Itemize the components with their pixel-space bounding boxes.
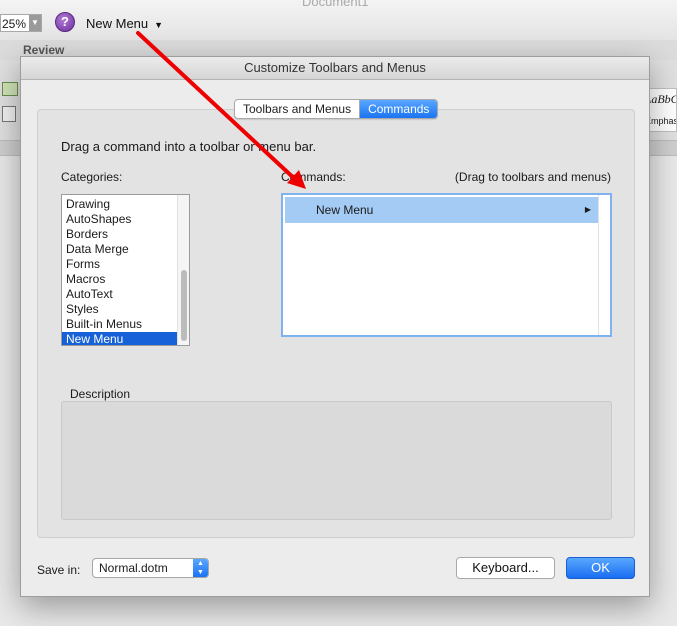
- chevron-down-icon: ▼: [29, 15, 41, 31]
- description-box: [61, 401, 612, 520]
- caret-down-icon: ▼: [154, 20, 164, 30]
- save-in-select[interactable]: Normal.dotm ▲ ▼: [92, 558, 209, 578]
- list-item-selected[interactable]: New Menu: [62, 332, 178, 345]
- document-title: Document1: [302, 0, 369, 9]
- commands-list[interactable]: New Menu ▶: [281, 193, 612, 337]
- customize-dialog: Customize Toolbars and Menus Toolbars an…: [20, 56, 650, 597]
- tab-commands[interactable]: Commands: [360, 100, 438, 118]
- zoom-select[interactable]: 25% ▼: [0, 14, 42, 32]
- list-item[interactable]: AutoShapes: [62, 212, 178, 227]
- command-item-label: New Menu: [316, 203, 374, 217]
- keyboard-button[interactable]: Keyboard...: [456, 557, 555, 579]
- tab-control: Toolbars and Menus Commands: [234, 99, 439, 119]
- categories-label: Categories:: [61, 170, 123, 184]
- categories-list[interactable]: Drawing AutoShapes Borders Data Merge Fo…: [61, 194, 190, 346]
- list-item[interactable]: Styles: [62, 302, 178, 317]
- help-button[interactable]: ?: [55, 12, 75, 32]
- save-in-label: Save in:: [37, 563, 81, 577]
- description-label: Description: [70, 387, 131, 401]
- save-in-value: Normal.dotm: [99, 561, 168, 575]
- new-menu-toolbar-label: New Menu: [86, 16, 149, 31]
- list-item[interactable]: Data Merge: [62, 242, 178, 257]
- commands-hint: (Drag to toolbars and menus): [454, 170, 611, 184]
- dialog-title: Customize Toolbars and Menus: [21, 57, 649, 80]
- app-toolbar: Document1 25% ▼ ? New Menu ▼: [0, 0, 677, 41]
- zoom-value: 25%: [2, 17, 27, 31]
- categories-scrollbar[interactable]: [177, 195, 189, 345]
- updown-chevron-icon: ▲ ▼: [193, 559, 208, 577]
- list-item[interactable]: Drawing: [62, 197, 178, 212]
- list-item[interactable]: Built-in Menus: [62, 317, 178, 332]
- command-item-new-menu[interactable]: New Menu ▶: [285, 197, 599, 223]
- list-item[interactable]: Macros: [62, 272, 178, 287]
- submenu-arrow-icon: ▶: [584, 205, 591, 214]
- list-item[interactable]: Forms: [62, 257, 178, 272]
- instruction-text: Drag a command into a toolbar or menu ba…: [61, 139, 317, 154]
- list-item[interactable]: AutoText: [62, 287, 178, 302]
- tab-toolbars-and-menus[interactable]: Toolbars and Menus: [235, 100, 361, 118]
- layout-icon[interactable]: [2, 82, 18, 96]
- list-item[interactable]: Borders: [62, 227, 178, 242]
- commands-label: Commands:: [281, 170, 346, 184]
- new-menu-toolbar-button[interactable]: New Menu ▼: [86, 16, 163, 31]
- scrollbar-thumb[interactable]: [181, 270, 187, 341]
- commands-scrollbar[interactable]: [598, 195, 610, 335]
- paste-icon[interactable]: [2, 106, 16, 122]
- tab-review[interactable]: Review: [23, 43, 64, 57]
- ok-button[interactable]: OK: [566, 557, 635, 579]
